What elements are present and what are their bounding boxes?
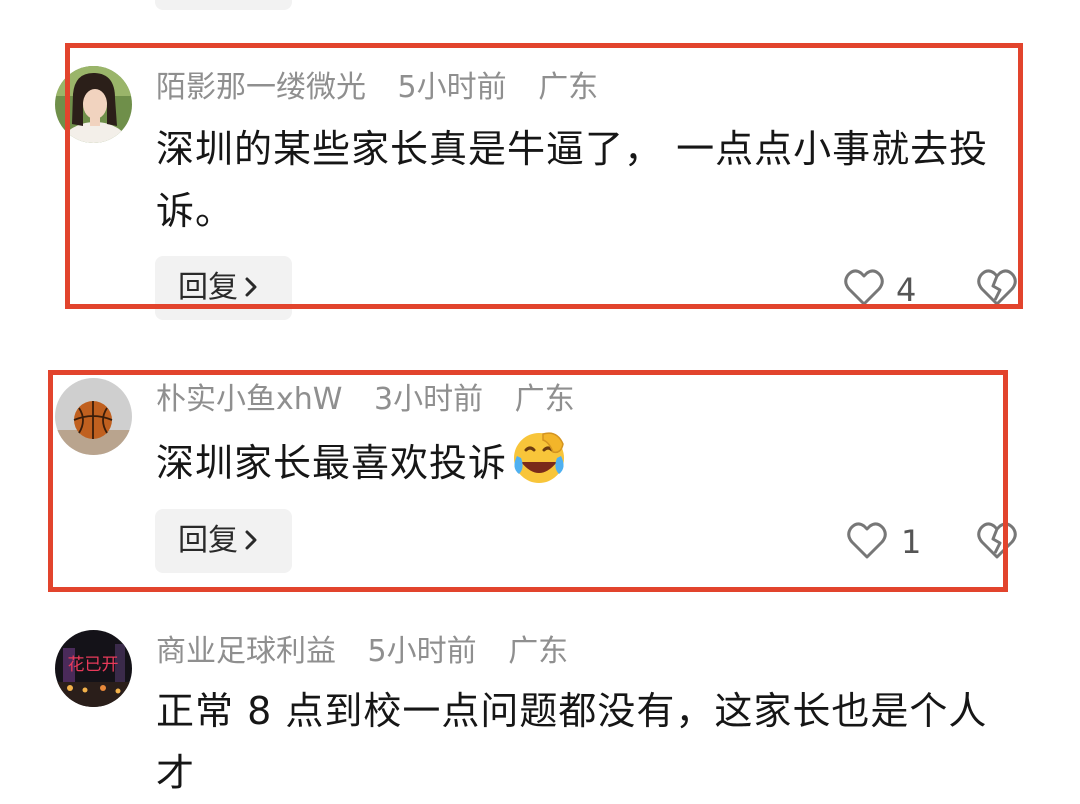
chevron-right-icon [244,257,258,321]
comment-text-content: 深圳家长最喜欢投诉 [156,441,508,485]
comment-meta: 商业足球利益 5小时前 广东 [156,632,568,672]
comment-meta: 朴实小鱼xhW 3小时前 广东 [156,380,575,420]
username[interactable]: 商业足球利益 [156,634,336,669]
location: 广东 [538,70,599,105]
avatar[interactable] [55,378,132,455]
timestamp: 3小时前 [373,382,484,417]
dislike-icon[interactable] [975,266,1019,308]
chevron-right-icon [244,510,258,574]
timestamp: 5小时前 [367,634,477,669]
username[interactable]: 陌影那一缕微光 [156,70,366,105]
reply-button[interactable]: 回复 [155,256,292,320]
avatar[interactable] [55,66,132,143]
heart-icon[interactable] [843,268,885,308]
like-count: 1 [901,523,922,561]
dislike-icon[interactable] [975,519,1019,561]
avatar[interactable]: 花已开 [55,630,132,707]
heart-icon[interactable] [846,521,888,561]
location: 广东 [514,382,575,417]
laughing-crying-emoji-icon [514,432,565,483]
comment-meta: 陌影那一缕微光 5小时前 广东 [156,68,598,108]
previous-reply-button[interactable] [155,0,292,10]
reply-label: 回复 [178,270,238,305]
comment-text: 正常 8 点到校一点问题都没有，这家长也是个人才 [156,689,988,795]
comment-text: 深圳的某些家长真是牛逼了， 一点点小事就去投诉。 [156,127,989,233]
reply-label: 回复 [178,523,238,558]
reply-button[interactable]: 回复 [155,509,292,573]
comment-text: 深圳家长最喜欢投诉 [156,428,1016,494]
svg-text:花已开: 花已开 [68,655,119,675]
like-count: 4 [896,271,917,309]
timestamp: 5小时前 [397,70,507,105]
username[interactable]: 朴实小鱼xhW [156,382,342,417]
location: 广东 [508,634,569,669]
